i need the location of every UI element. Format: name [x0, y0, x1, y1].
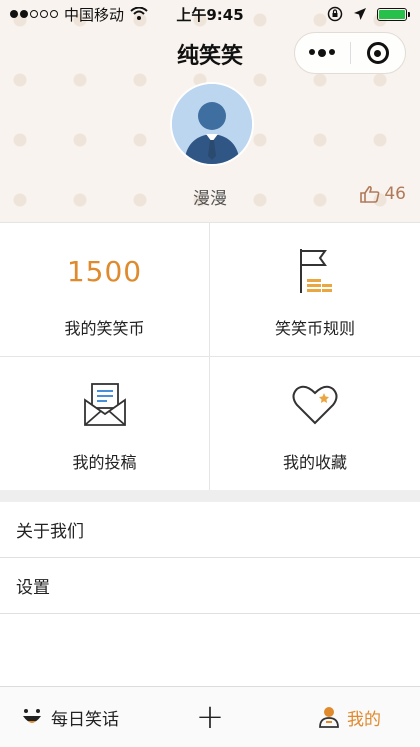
my-coins-label: 我的笑笑币	[64, 319, 145, 338]
tab-daily-jokes[interactable]: 每日笑话	[0, 705, 140, 730]
tab-bar: 每日笑话 + 我的	[0, 686, 420, 747]
thumbs-up-icon	[360, 185, 380, 203]
coin-rules-cell[interactable]: 笑笑币规则	[210, 223, 420, 357]
user-avatar-icon	[172, 84, 252, 164]
status-right	[327, 6, 410, 22]
about-us-label: 关于我们	[16, 522, 84, 542]
signal-icon	[10, 10, 58, 18]
coins-value: 1500	[66, 254, 143, 288]
username: 漫漫	[193, 189, 227, 209]
wifi-icon	[130, 7, 148, 20]
settings-item[interactable]: 设置	[0, 558, 420, 614]
my-posts-icon-area	[0, 377, 209, 433]
likes-count: 46	[384, 184, 406, 204]
likes-counter[interactable]: 46	[360, 184, 406, 204]
plus-icon: +	[195, 697, 225, 737]
tab-mine-label: 我的	[347, 709, 381, 730]
my-posts-cell[interactable]: 我的投稿	[0, 357, 210, 491]
section-divider	[0, 490, 420, 502]
carrier-name: 中国移动	[64, 5, 125, 24]
my-coins-cell[interactable]: 1500 我的笑笑币	[0, 223, 210, 357]
status-bar: 中国移动 上午9:45	[0, 0, 420, 28]
smiley-icon	[23, 709, 41, 723]
my-favorites-cell[interactable]: 我的收藏	[210, 357, 420, 491]
my-favorites-icon-area	[210, 377, 420, 433]
my-posts-label: 我的投稿	[72, 453, 137, 472]
status-left: 中国移动	[10, 4, 148, 25]
coins-value-area: 1500	[0, 243, 209, 299]
heart-star-icon	[292, 385, 338, 425]
more-button[interactable]	[295, 49, 350, 57]
tab-daily-jokes-label: 每日笑话	[51, 709, 119, 730]
battery-icon	[377, 7, 410, 21]
envelope-letter-icon	[83, 383, 126, 426]
location-arrow-icon	[354, 8, 366, 20]
my-favorites-label: 我的收藏	[282, 453, 347, 472]
about-us-item[interactable]: 关于我们	[0, 502, 420, 558]
close-ring-icon	[366, 42, 389, 64]
coin-rules-icon-area	[210, 243, 420, 299]
flag-coins-icon	[300, 249, 332, 293]
user-icon	[319, 707, 339, 728]
close-button[interactable]	[351, 42, 406, 64]
feature-grid: 1500 我的笑笑币 笑笑币规则 我的投稿 我的收藏	[0, 222, 420, 491]
rotation-lock-icon	[327, 6, 343, 22]
tab-mine[interactable]: 我的	[280, 705, 420, 730]
avatar[interactable]	[170, 82, 254, 166]
tab-add[interactable]: +	[140, 700, 280, 734]
miniprogram-capsule	[294, 32, 406, 74]
coin-rules-label: 笑笑币规则	[274, 319, 355, 338]
settings-label: 设置	[16, 578, 50, 598]
